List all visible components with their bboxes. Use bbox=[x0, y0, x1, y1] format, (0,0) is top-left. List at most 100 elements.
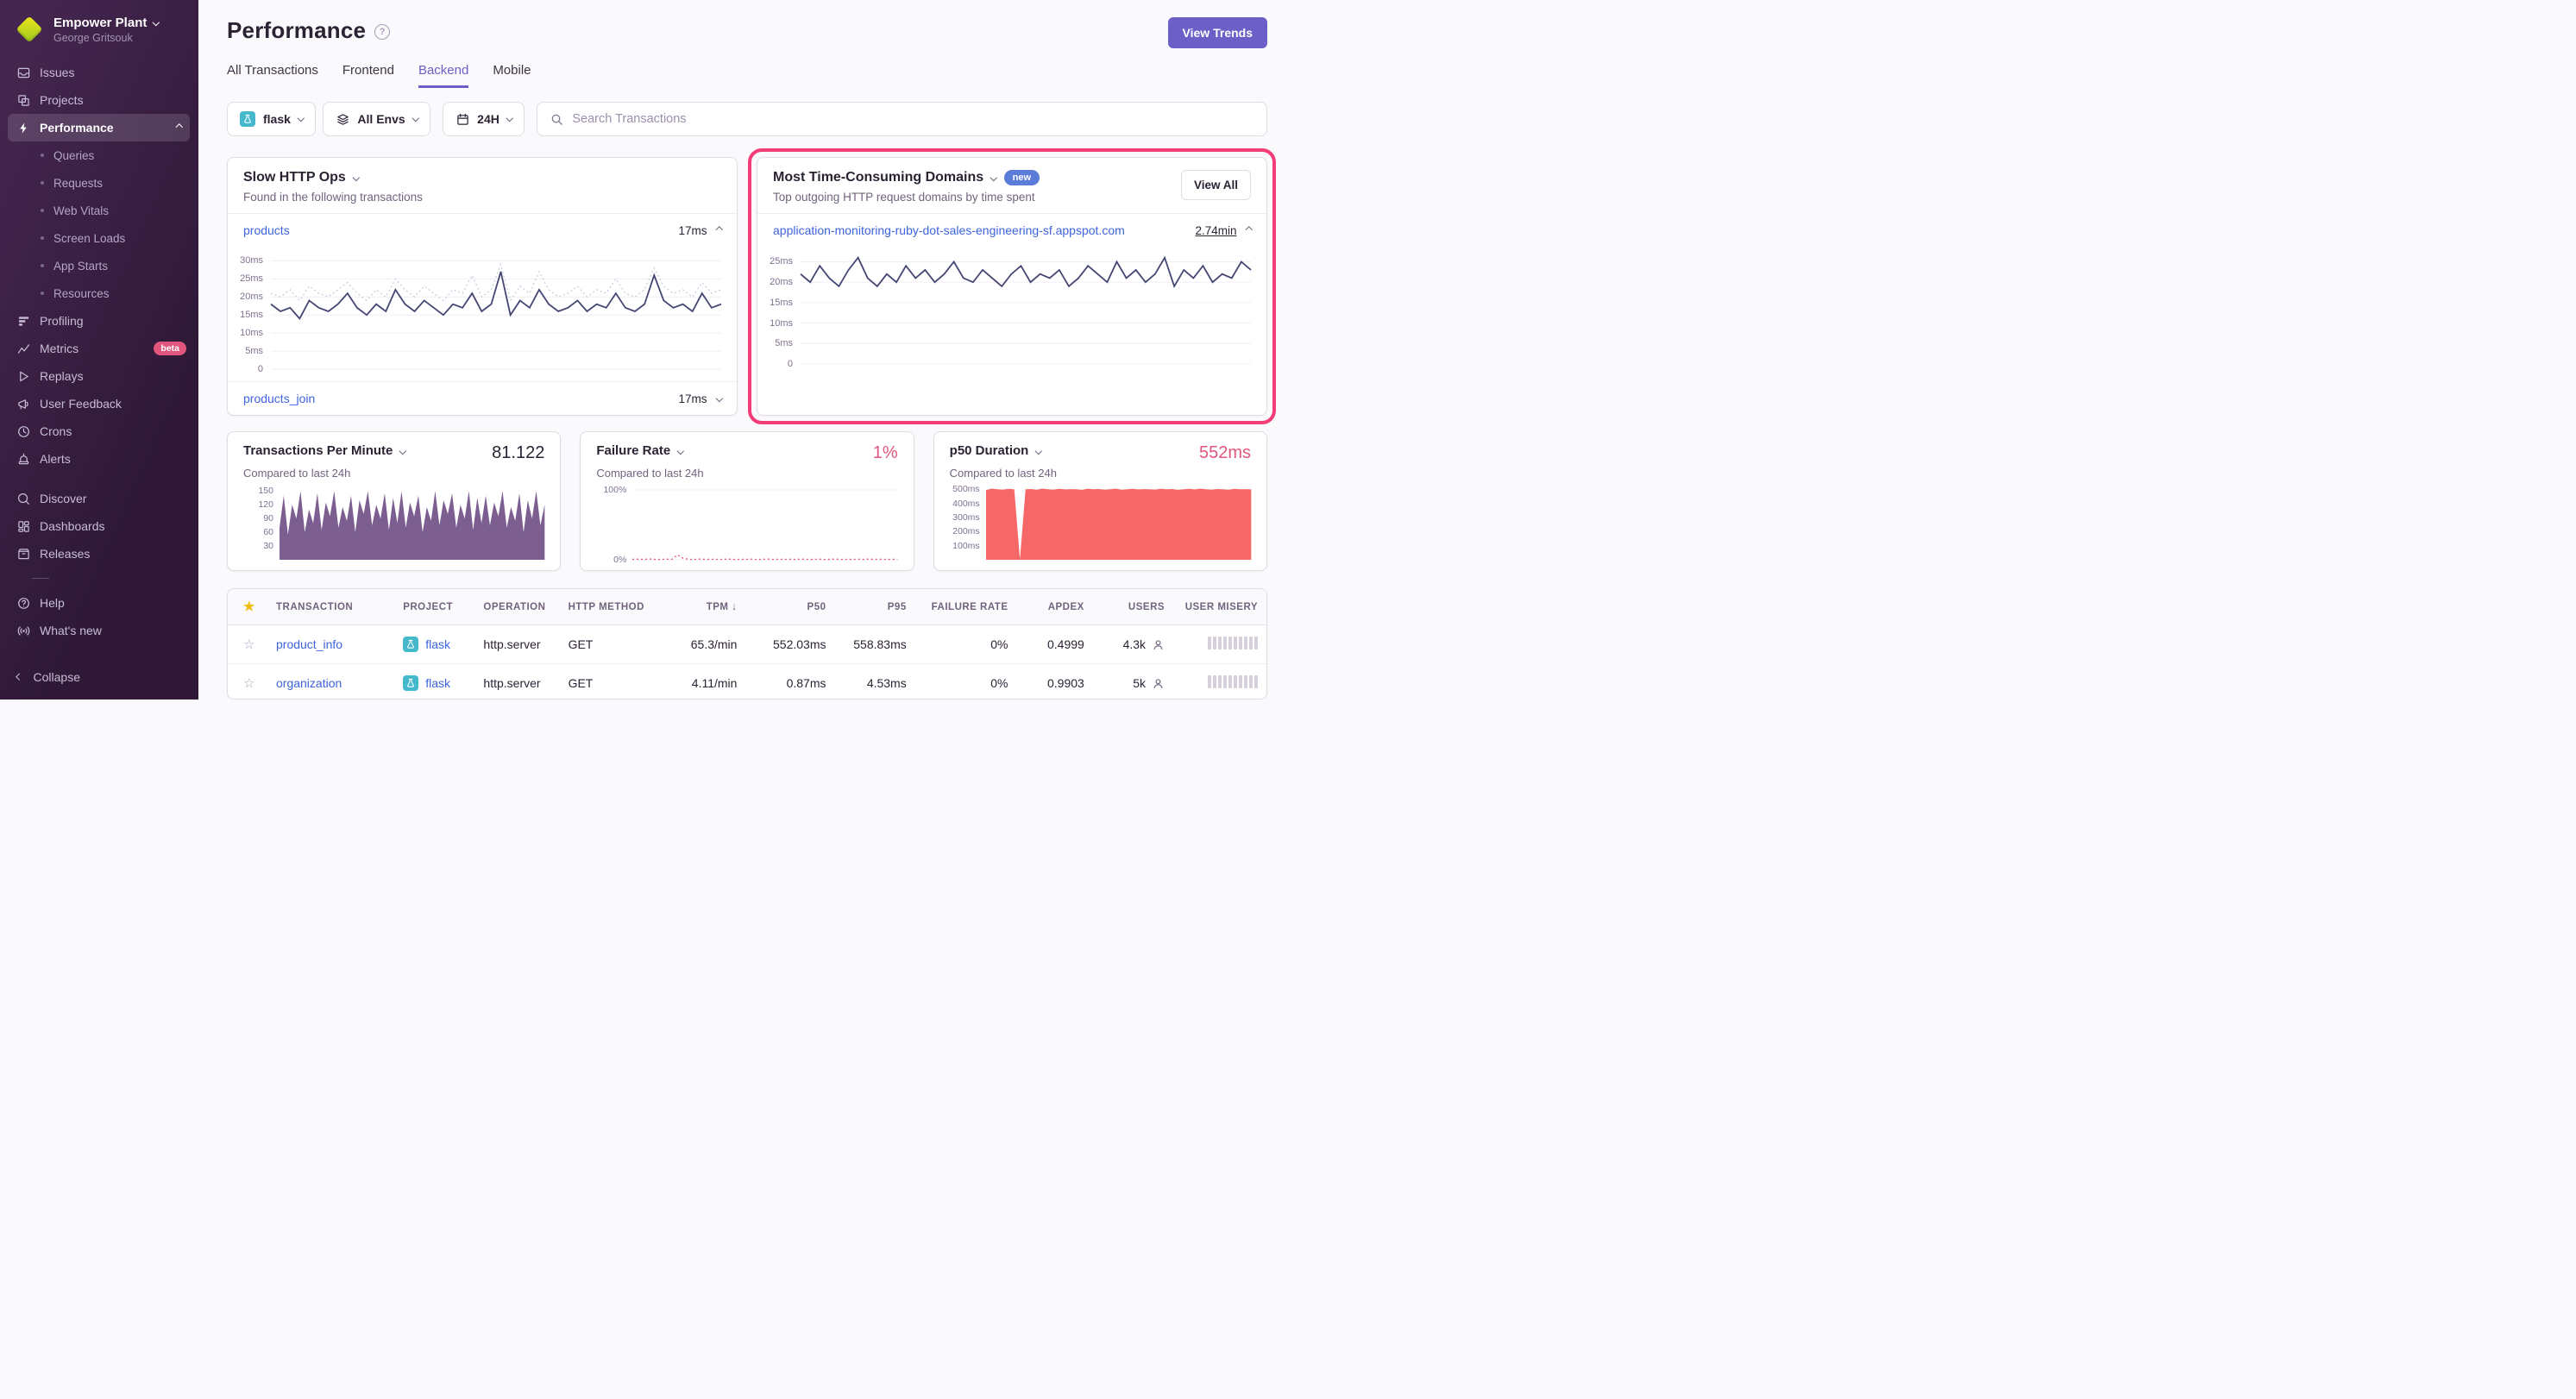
chevron-down-icon bbox=[506, 115, 513, 122]
misery-bar bbox=[1234, 675, 1237, 688]
search-input[interactable] bbox=[572, 112, 1254, 126]
sidebar-item-user-feedback[interactable]: User Feedback bbox=[0, 390, 198, 417]
column-header-failure_rate[interactable]: FAILURE RATE bbox=[915, 591, 1017, 624]
sidebar-item-whats-new[interactable]: What's new bbox=[0, 617, 198, 644]
sidebar-item-projects[interactable]: Projects bbox=[0, 86, 198, 114]
y-axis-ticks: 150120906030 bbox=[243, 486, 280, 560]
sidebar-subitem-app-starts[interactable]: App Starts bbox=[0, 252, 198, 279]
sidebar-subitem-screen-loads[interactable]: Screen Loads bbox=[0, 224, 198, 252]
sidebar-subitem-queries[interactable]: Queries bbox=[0, 141, 198, 169]
column-header-transaction[interactable]: TRANSACTION bbox=[267, 591, 394, 624]
metrics-icon bbox=[16, 342, 30, 355]
slow-http-ops-subtitle: Found in the following transactions bbox=[243, 191, 423, 204]
tab-backend[interactable]: Backend bbox=[418, 63, 468, 88]
cell-users: 5k bbox=[1093, 665, 1173, 700]
chevron-left-icon bbox=[16, 674, 23, 681]
cell-favorite[interactable]: ☆ bbox=[228, 665, 267, 700]
domain-row: application-monitoring-ruby-dot-sales-en… bbox=[757, 213, 1266, 247]
sidebar-item-releases[interactable]: Releases bbox=[0, 540, 198, 568]
tab-frontend[interactable]: Frontend bbox=[342, 63, 394, 88]
column-header-project[interactable]: PROJECT bbox=[394, 591, 474, 624]
chevron-down-icon[interactable] bbox=[399, 448, 406, 455]
column-header-p95[interactable]: P95 bbox=[835, 591, 915, 624]
environment-filter-button[interactable]: All Envs bbox=[323, 102, 430, 136]
column-header-operation[interactable]: OPERATION bbox=[474, 591, 559, 624]
bullet-dot-icon bbox=[41, 181, 44, 185]
chevron-down-icon[interactable] bbox=[353, 174, 360, 181]
sidebar-item-issues[interactable]: Issues bbox=[0, 59, 198, 86]
collapse-label: Collapse bbox=[34, 670, 80, 684]
sidebar-subitem-resources[interactable]: Resources bbox=[0, 279, 198, 307]
y-tick-label: 30 bbox=[263, 541, 273, 551]
favorite-column-header[interactable]: ★ bbox=[228, 589, 267, 624]
misery-bar bbox=[1223, 637, 1227, 649]
cell-operation: http.server bbox=[474, 665, 559, 700]
most-time-consuming-domains-panel: Most Time-Consuming Domains new Top outg… bbox=[757, 157, 1267, 416]
time-spent-value: 2.74min bbox=[1195, 224, 1236, 237]
view-trends-button[interactable]: View Trends bbox=[1168, 17, 1267, 48]
cell-favorite[interactable]: ☆ bbox=[228, 626, 267, 662]
y-axis-ticks: 25ms20ms15ms10ms5ms0 bbox=[761, 254, 801, 364]
sidebar-item-replays[interactable]: Replays bbox=[0, 362, 198, 390]
chevron-down-icon bbox=[298, 115, 305, 122]
column-header-method[interactable]: HTTP METHOD bbox=[560, 591, 657, 624]
collapse-row-icon[interactable] bbox=[715, 227, 722, 234]
issues-icon bbox=[16, 66, 30, 79]
transaction-link[interactable]: organization bbox=[276, 676, 342, 690]
sidebar-item-help[interactable]: Help bbox=[0, 589, 198, 617]
bullet-dot-icon bbox=[41, 236, 44, 240]
expand-row-icon[interactable] bbox=[715, 395, 722, 402]
y-tick-label: 15ms bbox=[770, 298, 793, 308]
misery-bar bbox=[1223, 675, 1227, 688]
bullet-dot-icon bbox=[41, 264, 44, 267]
transaction-link[interactable]: products_join bbox=[243, 392, 315, 405]
project-link[interactable]: flask bbox=[425, 637, 450, 651]
chevron-down-icon[interactable] bbox=[1035, 448, 1042, 455]
chevron-down-icon[interactable] bbox=[990, 174, 997, 181]
collapse-row-icon[interactable] bbox=[1245, 227, 1252, 234]
sidebar-subitem-requests[interactable]: Requests bbox=[0, 169, 198, 197]
org-logo-diamond bbox=[16, 16, 42, 42]
collapse-button[interactable]: Collapse bbox=[0, 660, 198, 691]
transaction-link[interactable]: product_info bbox=[276, 637, 342, 651]
sidebar-item-profiling[interactable]: Profiling bbox=[0, 307, 198, 335]
cell-http-method: GET bbox=[560, 665, 657, 700]
domains-chart: 25ms20ms15ms10ms5ms0 bbox=[757, 247, 1266, 376]
transaction-link[interactable]: products bbox=[243, 223, 290, 237]
cell-apdex: 0.9903 bbox=[1017, 665, 1093, 700]
date-range-button[interactable]: 24H bbox=[443, 102, 525, 136]
sidebar-subitem-label: Screen Loads bbox=[53, 232, 125, 245]
sidebar-item-label: Replays bbox=[40, 369, 186, 383]
tpm-subtitle: Compared to last 24h bbox=[243, 467, 544, 480]
view-all-button[interactable]: View All bbox=[1181, 170, 1251, 200]
sidebar-item-dashboards[interactable]: Dashboards bbox=[0, 512, 198, 540]
y-tick-label: 100% bbox=[603, 485, 626, 495]
sidebar-item-performance[interactable]: Performance bbox=[8, 114, 190, 141]
p50-chart: 500ms400ms300ms200ms100ms bbox=[950, 480, 1251, 561]
column-header-user_misery[interactable]: USER MISERY bbox=[1173, 591, 1266, 624]
domain-link[interactable]: application-monitoring-ruby-dot-sales-en… bbox=[773, 223, 1125, 237]
project-filter-button[interactable]: flask bbox=[227, 102, 316, 136]
dashboards-icon bbox=[16, 520, 30, 533]
sidebar-item-alerts[interactable]: Alerts bbox=[0, 445, 198, 473]
alerts-icon bbox=[16, 453, 30, 466]
tab-mobile[interactable]: Mobile bbox=[493, 63, 531, 88]
sidebar-item-crons[interactable]: Crons bbox=[0, 417, 198, 445]
org-switcher[interactable]: Empower Plant George Gritsouk bbox=[0, 12, 198, 55]
tab-all-transactions[interactable]: All Transactions bbox=[227, 63, 318, 88]
sidebar-item-discover[interactable]: Discover bbox=[0, 485, 198, 512]
slow-http-ops-chart: 30ms25ms20ms15ms10ms5ms0 bbox=[228, 247, 737, 381]
sidebar-item-metrics[interactable]: Metricsbeta bbox=[0, 335, 198, 362]
sidebar-subitem-web-vitals[interactable]: Web Vitals bbox=[0, 197, 198, 224]
column-header-users[interactable]: USERS bbox=[1093, 591, 1173, 624]
column-header-tpm[interactable]: TPM ↓ bbox=[657, 591, 745, 624]
misery-bar bbox=[1254, 675, 1258, 688]
column-header-p50[interactable]: P50 bbox=[745, 591, 834, 624]
y-tick-label: 60 bbox=[263, 527, 273, 537]
project-link[interactable]: flask bbox=[425, 676, 450, 690]
star-outline-icon: ☆ bbox=[243, 637, 254, 652]
help-icon[interactable]: ? bbox=[374, 24, 390, 40]
chevron-down-icon[interactable] bbox=[677, 448, 684, 455]
widgets-row: Slow HTTP Ops Found in the following tra… bbox=[227, 157, 1267, 416]
column-header-apdex[interactable]: APDEX bbox=[1017, 591, 1093, 624]
